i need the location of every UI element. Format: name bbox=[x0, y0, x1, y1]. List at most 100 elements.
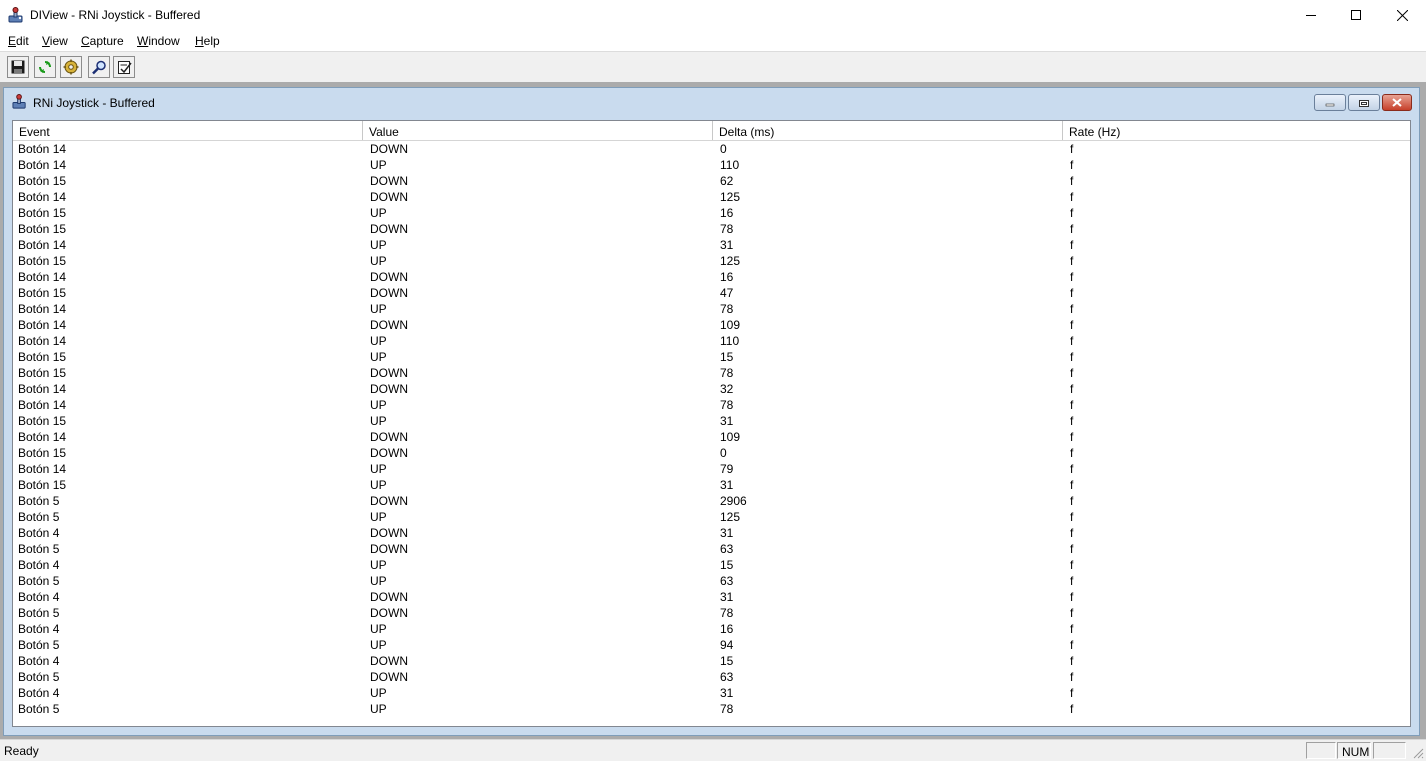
table-row[interactable]: Botón 5 DOWN 78 f bbox=[13, 605, 1410, 621]
cell-value: UP bbox=[370, 478, 387, 492]
table-row[interactable]: Botón 14 DOWN 125 f bbox=[13, 189, 1410, 205]
table-row[interactable]: Botón 15 DOWN 78 f bbox=[13, 365, 1410, 381]
find-icon bbox=[91, 60, 106, 74]
cell-delta: 125 bbox=[720, 254, 741, 268]
table-row[interactable]: Botón 5 DOWN 2906 f bbox=[13, 493, 1410, 509]
table-row[interactable]: Botón 14 UP 110 f bbox=[13, 333, 1410, 349]
table-row[interactable]: Botón 15 DOWN 47 f bbox=[13, 285, 1410, 301]
cell-delta: 16 bbox=[720, 270, 734, 284]
table-row[interactable]: Botón 15 UP 31 f bbox=[13, 413, 1410, 429]
table-row[interactable]: Botón 5 DOWN 63 f bbox=[13, 541, 1410, 557]
table-row[interactable]: Botón 14 UP 78 f bbox=[13, 397, 1410, 413]
table-row[interactable]: Botón 14 DOWN 109 f bbox=[13, 429, 1410, 445]
menu-capture[interactable]: Capture bbox=[81, 34, 124, 48]
table-row[interactable]: Botón 15 UP 125 f bbox=[13, 253, 1410, 269]
table-row[interactable]: Botón 14 UP 110 f bbox=[13, 157, 1410, 173]
table-row[interactable]: Botón 4 DOWN 31 f bbox=[13, 525, 1410, 541]
cell-event: Botón 14 bbox=[18, 334, 67, 348]
cell-rate: f bbox=[1070, 286, 1074, 300]
cell-event: Botón 5 bbox=[18, 606, 60, 620]
table-row[interactable]: Botón 5 UP 78 f bbox=[13, 701, 1410, 717]
cell-value: UP bbox=[370, 574, 387, 588]
table-row[interactable]: Botón 14 DOWN 16 f bbox=[13, 269, 1410, 285]
find-button[interactable] bbox=[88, 56, 110, 78]
menu-window[interactable]: Window bbox=[137, 34, 180, 48]
table-row[interactable]: Botón 14 UP 78 f bbox=[13, 301, 1410, 317]
menu-help[interactable]: Help bbox=[195, 34, 220, 48]
cell-delta: 78 bbox=[720, 398, 734, 412]
cell-rate: f bbox=[1070, 190, 1074, 204]
table-row[interactable]: Botón 15 UP 16 f bbox=[13, 205, 1410, 221]
cell-delta: 16 bbox=[720, 206, 734, 220]
resize-grip-icon[interactable] bbox=[1412, 747, 1424, 759]
table-row[interactable]: Botón 5 UP 63 f bbox=[13, 573, 1410, 589]
cell-value: UP bbox=[370, 558, 387, 572]
table-row[interactable]: Botón 4 UP 16 f bbox=[13, 621, 1410, 637]
list-header: Event Value Delta (ms) Rate (Hz) bbox=[13, 121, 1410, 141]
table-row[interactable]: Botón 4 DOWN 31 f bbox=[13, 589, 1410, 605]
table-row[interactable]: Botón 4 UP 31 f bbox=[13, 685, 1410, 701]
cell-value: DOWN bbox=[370, 526, 408, 540]
cell-delta: 109 bbox=[720, 430, 741, 444]
table-row[interactable]: Botón 14 UP 79 f bbox=[13, 461, 1410, 477]
cell-value: DOWN bbox=[370, 494, 408, 508]
table-row[interactable]: Botón 15 UP 31 f bbox=[13, 477, 1410, 493]
menu-edit[interactable]: Edit bbox=[8, 34, 29, 48]
cell-value: DOWN bbox=[370, 382, 408, 396]
table-row[interactable]: Botón 15 DOWN 78 f bbox=[13, 221, 1410, 237]
table-row[interactable]: Botón 4 UP 15 f bbox=[13, 557, 1410, 573]
column-header-rate[interactable]: Rate (Hz) bbox=[1063, 121, 1410, 140]
table-row[interactable]: Botón 15 DOWN 0 f bbox=[13, 445, 1410, 461]
menu-view[interactable]: View bbox=[42, 34, 68, 48]
list-body: Botón 14 DOWN 0 f Botón 14 UP 110 f Botón 15 DOWN… bbox=[13, 141, 1410, 717]
cell-delta: 110 bbox=[720, 158, 740, 172]
cell-rate: f bbox=[1070, 526, 1074, 540]
refresh-button[interactable] bbox=[34, 56, 56, 78]
child-minimize-button[interactable] bbox=[1314, 94, 1346, 111]
settings-button[interactable] bbox=[60, 56, 82, 78]
child-close-button[interactable] bbox=[1382, 94, 1412, 111]
table-row[interactable]: Botón 14 DOWN 32 f bbox=[13, 381, 1410, 397]
cell-event: Botón 15 bbox=[18, 350, 67, 364]
cell-rate: f bbox=[1070, 302, 1074, 316]
table-row[interactable]: Botón 14 UP 31 f bbox=[13, 237, 1410, 253]
table-row[interactable]: Botón 14 DOWN 109 f bbox=[13, 317, 1410, 333]
cell-value: DOWN bbox=[370, 286, 408, 300]
cell-value: UP bbox=[370, 510, 387, 524]
table-row[interactable]: Botón 5 UP 94 f bbox=[13, 637, 1410, 653]
cell-rate: f bbox=[1070, 222, 1074, 236]
maximize-button[interactable] bbox=[1333, 0, 1379, 30]
column-header-delta[interactable]: Delta (ms) bbox=[713, 121, 1063, 140]
cell-value: DOWN bbox=[370, 142, 408, 156]
table-row[interactable]: Botón 4 DOWN 15 f bbox=[13, 653, 1410, 669]
cell-rate: f bbox=[1070, 334, 1074, 348]
cell-rate: f bbox=[1070, 414, 1074, 428]
child-window-title: RNi Joystick - Buffered bbox=[33, 96, 155, 110]
table-row[interactable]: Botón 15 UP 15 f bbox=[13, 349, 1410, 365]
table-row[interactable]: Botón 15 DOWN 62 f bbox=[13, 173, 1410, 189]
title-bar: DIView - RNi Joystick - Buffered bbox=[0, 0, 1426, 30]
cell-value: DOWN bbox=[370, 430, 408, 444]
child-restore-button[interactable] bbox=[1348, 94, 1380, 111]
maximize-icon bbox=[1351, 10, 1361, 20]
cell-rate: f bbox=[1070, 366, 1074, 380]
cell-rate: f bbox=[1070, 590, 1074, 604]
table-row[interactable]: Botón 5 DOWN 63 f bbox=[13, 669, 1410, 685]
table-row[interactable]: Botón 14 DOWN 0 f bbox=[13, 141, 1410, 157]
status-text: Ready bbox=[4, 744, 39, 758]
properties-button[interactable] bbox=[113, 56, 135, 78]
minimize-button[interactable] bbox=[1288, 0, 1334, 30]
child-title-bar[interactable]: RNi Joystick - Buffered bbox=[4, 88, 1419, 114]
cell-rate: f bbox=[1070, 606, 1074, 620]
column-header-value[interactable]: Value bbox=[363, 121, 713, 140]
cell-rate: f bbox=[1070, 270, 1074, 284]
close-button[interactable] bbox=[1379, 0, 1425, 30]
cell-rate: f bbox=[1070, 350, 1074, 364]
cell-delta: 31 bbox=[720, 686, 734, 700]
table-row[interactable]: Botón 5 UP 125 f bbox=[13, 509, 1410, 525]
column-header-event[interactable]: Event bbox=[13, 121, 363, 140]
save-button[interactable] bbox=[7, 56, 29, 78]
cell-delta: 78 bbox=[720, 366, 734, 380]
event-list[interactable]: Event Value Delta (ms) Rate (Hz) Botón 1… bbox=[12, 120, 1411, 727]
cell-delta: 78 bbox=[720, 302, 734, 316]
